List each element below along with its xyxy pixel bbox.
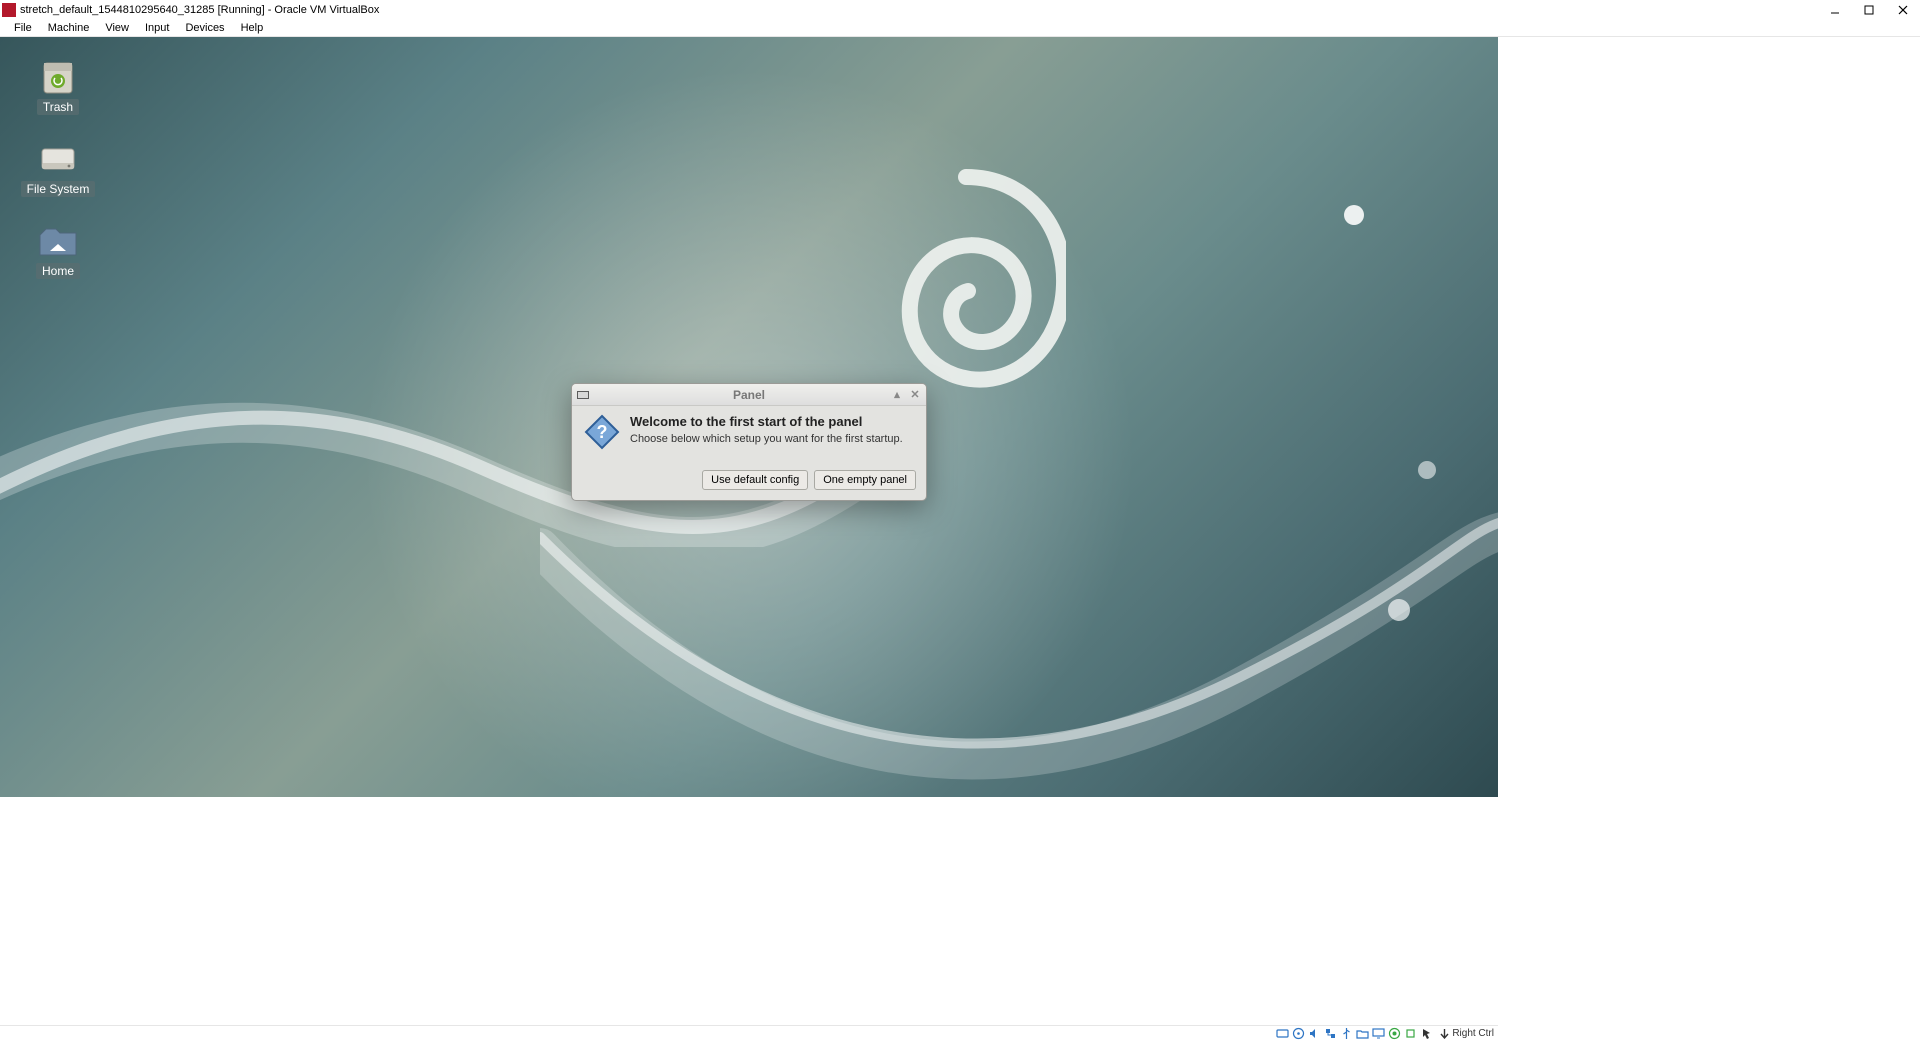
- window-maximize-button[interactable]: [1862, 3, 1876, 17]
- status-audio-icon[interactable]: [1307, 1027, 1321, 1041]
- virtualbox-titlebar: stretch_default_1544810295640_31285 [Run…: [0, 0, 1920, 19]
- guest-desktop[interactable]: Trash File System Home Panel: [0, 37, 1498, 797]
- dialog-app-icon: [576, 388, 590, 402]
- desktop-icon-filesystem[interactable]: File System: [16, 139, 100, 197]
- menu-input[interactable]: Input: [137, 22, 177, 34]
- wallpaper-dot: [1388, 599, 1410, 621]
- menu-machine[interactable]: Machine: [40, 22, 98, 34]
- wallpaper-wave: [540, 477, 1498, 797]
- svg-text:?: ?: [597, 422, 608, 442]
- desktop-icon-trash[interactable]: Trash: [16, 57, 100, 115]
- status-cpu-icon[interactable]: [1403, 1027, 1417, 1041]
- dialog-title: Panel: [572, 388, 926, 402]
- host-key-label: Right Ctrl: [1452, 1028, 1494, 1039]
- window-title: stretch_default_1544810295640_31285 [Run…: [20, 4, 1828, 16]
- home-folder-icon: [36, 221, 80, 261]
- drive-icon: [36, 139, 80, 179]
- desktop-icon-home[interactable]: Home: [16, 221, 100, 279]
- status-shared-folders-icon[interactable]: [1355, 1027, 1369, 1041]
- virtualbox-statusbar: Right Ctrl: [0, 1025, 1498, 1041]
- desktop-icon-label: Trash: [37, 99, 79, 115]
- host-key-indicator[interactable]: Right Ctrl: [1439, 1028, 1494, 1039]
- status-network-icon[interactable]: [1323, 1027, 1337, 1041]
- menu-help[interactable]: Help: [233, 22, 272, 34]
- window-minimize-button[interactable]: [1828, 3, 1842, 17]
- dialog-minimize-button[interactable]: ▴: [890, 388, 904, 402]
- dialog-heading: Welcome to the first start of the panel: [630, 414, 903, 429]
- one-empty-panel-button[interactable]: One empty panel: [814, 470, 916, 490]
- dialog-close-button[interactable]: ✕: [908, 388, 922, 402]
- wallpaper-dot: [1418, 461, 1436, 479]
- menu-file[interactable]: File: [6, 22, 40, 34]
- dialog-message: Choose below which setup you want for th…: [630, 433, 903, 445]
- status-recording-icon[interactable]: [1387, 1027, 1401, 1041]
- desktop-icon-label: Home: [36, 263, 80, 279]
- menu-view[interactable]: View: [97, 22, 137, 34]
- status-harddisk-icon[interactable]: [1275, 1027, 1289, 1041]
- status-display-icon[interactable]: [1371, 1027, 1385, 1041]
- status-optical-icon[interactable]: [1291, 1027, 1305, 1041]
- wallpaper-dot: [1344, 205, 1364, 225]
- virtualbox-app-icon: [2, 3, 16, 17]
- question-icon: ?: [584, 414, 620, 450]
- dialog-titlebar[interactable]: Panel ▴ ✕: [572, 384, 926, 406]
- desktop-icon-label: File System: [21, 181, 96, 197]
- window-close-button[interactable]: [1896, 3, 1910, 17]
- virtualbox-menubar: File Machine View Input Devices Help: [0, 19, 1920, 37]
- use-default-config-button[interactable]: Use default config: [702, 470, 808, 490]
- menu-devices[interactable]: Devices: [177, 22, 232, 34]
- status-usb-icon[interactable]: [1339, 1027, 1353, 1041]
- trash-icon: [36, 57, 80, 97]
- panel-first-start-dialog: Panel ▴ ✕ ? Welcome to the first start o…: [571, 383, 927, 501]
- status-mouse-integration-icon[interactable]: [1419, 1027, 1433, 1041]
